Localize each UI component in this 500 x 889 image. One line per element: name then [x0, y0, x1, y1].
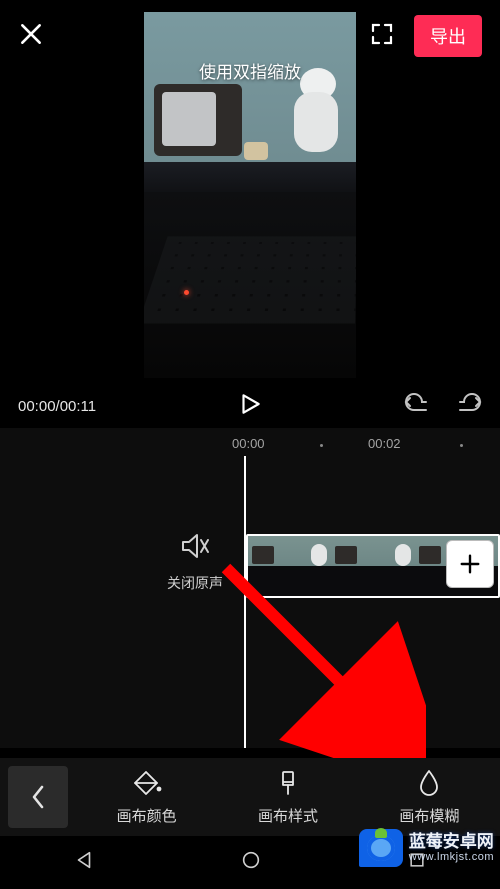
- canvas-color-tool[interactable]: 画布颜色: [76, 769, 217, 826]
- tool-label: 画布颜色: [117, 805, 177, 826]
- close-icon: [18, 21, 44, 47]
- header: 导出: [0, 0, 500, 72]
- brush-icon: [274, 769, 302, 797]
- tool-label: 画布样式: [258, 805, 318, 826]
- system-nav: [0, 836, 500, 889]
- ruler-dot: [320, 444, 323, 447]
- playback-bar: 00:00/00:11: [0, 382, 500, 430]
- fullscreen-button[interactable]: [370, 22, 394, 51]
- close-button[interactable]: [18, 21, 44, 52]
- tool-label: 画布模糊: [399, 805, 459, 826]
- sys-back-button[interactable]: [73, 849, 95, 876]
- redo-button[interactable]: [454, 392, 482, 421]
- mute-label: 关闭原声: [167, 573, 223, 593]
- mute-button[interactable]: [180, 532, 210, 565]
- square-recent-icon: [407, 850, 427, 870]
- bottom-toolbar: 画布颜色 画布样式 画布模糊: [0, 758, 500, 836]
- canvas-style-tool[interactable]: 画布样式: [217, 769, 358, 826]
- play-icon: [237, 391, 263, 417]
- canvas-blur-tool[interactable]: 画布模糊: [359, 769, 500, 826]
- export-button[interactable]: 导出: [414, 15, 482, 57]
- chevron-left-icon: [29, 783, 47, 811]
- ruler-tick: 00:02: [368, 436, 401, 451]
- mute-icon: [180, 532, 210, 560]
- fullscreen-icon: [370, 22, 394, 46]
- timeline[interactable]: 00:00 00:02 关闭原声: [0, 428, 500, 748]
- triangle-back-icon: [73, 849, 95, 871]
- time-ruler[interactable]: 00:00 00:02: [0, 428, 500, 458]
- undo-button[interactable]: [404, 392, 432, 421]
- clip-thumbnail[interactable]: [248, 536, 331, 596]
- droplet-icon: [417, 769, 441, 797]
- circle-home-icon: [240, 849, 262, 871]
- undo-icon: [404, 392, 432, 416]
- ruler-tick: 00:00: [232, 436, 265, 451]
- sys-recent-button[interactable]: [407, 850, 427, 875]
- plus-icon: [459, 553, 481, 575]
- clip-thumbnail[interactable]: [331, 536, 414, 596]
- ruler-dot: [460, 444, 463, 447]
- sys-home-button[interactable]: [240, 849, 262, 876]
- time-display: 00:00/00:11: [18, 398, 96, 415]
- redo-icon: [454, 392, 482, 416]
- paint-bucket-icon: [132, 769, 162, 797]
- play-button[interactable]: [237, 391, 263, 422]
- add-clip-button[interactable]: [446, 540, 494, 588]
- playhead[interactable]: [244, 456, 246, 748]
- back-button[interactable]: [8, 766, 68, 828]
